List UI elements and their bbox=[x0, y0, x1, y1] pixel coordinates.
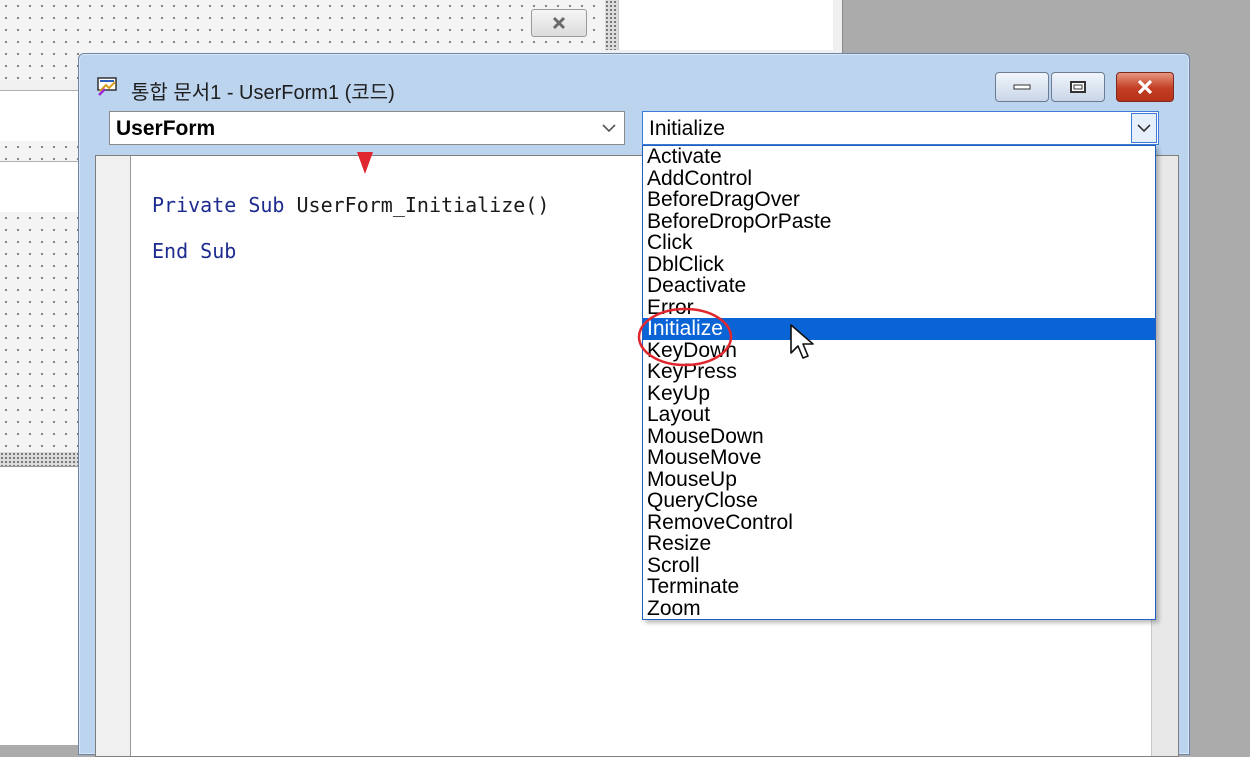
procedure-combo[interactable]: Initialize bbox=[642, 111, 1159, 145]
procedure-option-keyup[interactable]: KeyUp bbox=[643, 382, 1155, 405]
procedure-option-click[interactable]: Click bbox=[643, 232, 1155, 254]
background-close-button[interactable] bbox=[531, 9, 587, 37]
procedure-name: UserForm_Initialize() bbox=[296, 193, 550, 217]
procedure-option-layout[interactable]: Layout bbox=[643, 404, 1155, 426]
procedure-option-activate[interactable]: Activate bbox=[643, 146, 1155, 168]
close-button[interactable] bbox=[1116, 72, 1174, 102]
background-panel bbox=[0, 161, 78, 213]
procedure-combo-dropdown-button[interactable] bbox=[1131, 113, 1157, 143]
annotation-arrow-icon bbox=[357, 152, 373, 174]
minimize-icon bbox=[1013, 84, 1031, 90]
background-panel bbox=[618, 0, 833, 50]
window-title: 통합 문서1 - UserForm1 (코드) bbox=[131, 82, 395, 104]
chevron-down-icon bbox=[1137, 124, 1151, 133]
code-text[interactable]: Private Sub UserForm_Initialize() End Sub bbox=[152, 182, 549, 274]
procedure-option-resize[interactable]: Resize bbox=[643, 533, 1155, 555]
form-grid-area bbox=[0, 212, 78, 452]
procedure-option-removecontrol[interactable]: RemoveControl bbox=[643, 511, 1155, 534]
procedure-combo-value: Initialize bbox=[649, 117, 725, 140]
procedure-option-beforedragover[interactable]: BeforeDragOver bbox=[643, 189, 1155, 211]
background-panel bbox=[0, 90, 78, 142]
close-icon bbox=[1137, 79, 1153, 95]
title-bar[interactable]: 통합 문서1 - UserForm1 (코드) bbox=[79, 54, 1189, 110]
minimize-button[interactable] bbox=[995, 72, 1049, 102]
chevron-down-icon bbox=[602, 124, 616, 133]
procedure-option-mousemove[interactable]: MouseMove bbox=[643, 447, 1155, 469]
object-combo[interactable]: UserForm bbox=[109, 111, 625, 145]
resize-handle[interactable] bbox=[0, 452, 78, 466]
procedure-option-zoom[interactable]: Zoom bbox=[643, 597, 1155, 620]
background-panel bbox=[0, 466, 78, 745]
keyword: Private bbox=[152, 193, 237, 217]
code-margin-bar[interactable] bbox=[96, 156, 131, 756]
resize-handle[interactable] bbox=[605, 0, 618, 50]
keyword: Sub bbox=[200, 239, 237, 263]
procedure-option-dblclick[interactable]: DblClick bbox=[643, 253, 1155, 276]
close-icon bbox=[552, 16, 566, 30]
keyword: Sub bbox=[248, 193, 285, 217]
object-combo-dropdown-button[interactable] bbox=[596, 114, 622, 142]
object-combo-value: UserForm bbox=[116, 117, 216, 140]
procedure-option-queryclose[interactable]: QueryClose bbox=[643, 490, 1155, 512]
procedure-option-mouseup[interactable]: MouseUp bbox=[643, 468, 1155, 491]
procedure-dropdown-list[interactable]: Activate AddControl BeforeDragOver BeforeDr… bbox=[642, 145, 1156, 620]
maximize-icon bbox=[1070, 81, 1086, 93]
code-line: End Sub bbox=[152, 228, 549, 274]
maximize-button[interactable] bbox=[1051, 72, 1105, 102]
form-grid-area bbox=[0, 141, 78, 161]
procedure-option-terminate[interactable]: Terminate bbox=[643, 576, 1155, 598]
code-window-icon bbox=[97, 77, 117, 96]
procedure-option-beforedroporpaste[interactable]: BeforeDropOrPaste bbox=[643, 210, 1155, 233]
code-line: Private Sub UserForm_Initialize() bbox=[152, 182, 549, 228]
mouse-pointer-icon bbox=[790, 324, 814, 359]
procedure-option-deactivate[interactable]: Deactivate bbox=[643, 275, 1155, 297]
procedure-option-addcontrol[interactable]: AddControl bbox=[643, 167, 1155, 190]
procedure-option-scroll[interactable]: Scroll bbox=[643, 554, 1155, 577]
procedure-option-mousedown[interactable]: MouseDown bbox=[643, 425, 1155, 448]
annotation-circle-icon bbox=[637, 307, 733, 367]
keyword: End bbox=[152, 239, 189, 263]
